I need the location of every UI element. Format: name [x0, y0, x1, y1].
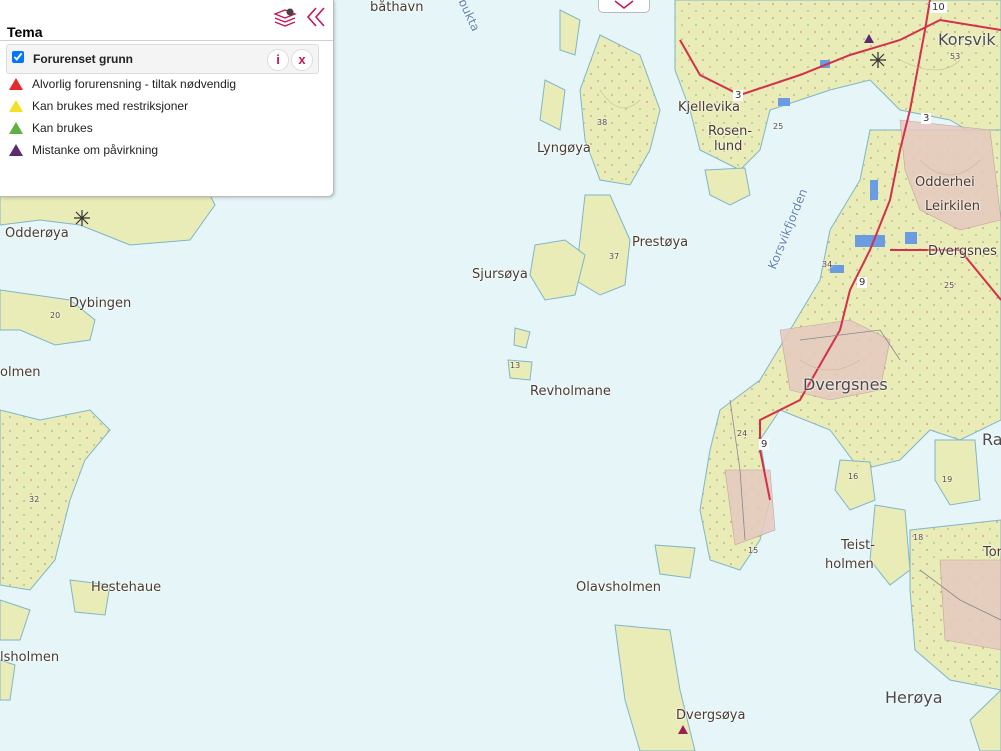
legend-label: Kan brukes med restriksjoner [32, 99, 189, 113]
layer-remove-button[interactable]: x [291, 49, 313, 71]
place-label: Korsvik [938, 30, 996, 49]
layers-button[interactable] [273, 6, 297, 28]
place-label: Dybingen [69, 296, 132, 311]
place-label: Leirkilen [925, 199, 980, 214]
place-label: Sjursøya [472, 267, 528, 282]
place-label: Dvergsnes [928, 244, 997, 259]
height-label: 32 [29, 495, 40, 504]
chevron-down-icon [614, 0, 634, 9]
layer-name: Forurenset grunn [33, 52, 134, 66]
place-label: Odderhei [915, 175, 975, 190]
double-chevron-left-icon [306, 7, 325, 27]
height-label: 53 [950, 52, 961, 61]
collapse-panel-button[interactable] [305, 6, 327, 28]
height-label: 20 [50, 311, 61, 320]
place-label: Ra [982, 430, 1001, 449]
height-label: 38 [597, 118, 608, 127]
place-label: lsholmen [0, 650, 60, 665]
place-label: Kjellevika [678, 100, 740, 115]
place-label: Olavsholmen [576, 580, 661, 595]
height-label: 19 [942, 475, 953, 484]
place-label: Lyngøya [537, 141, 591, 156]
triangle-red-icon [9, 78, 23, 90]
height-label: 13 [510, 361, 521, 370]
road-number: 3 [733, 90, 744, 101]
layer-visibility-checkbox[interactable] [12, 51, 24, 63]
place-label: Herøya [885, 688, 943, 707]
height-label: 16 [848, 472, 859, 481]
height-label: 24 [737, 429, 748, 438]
place-label: Tor [983, 545, 1001, 560]
layer-row-forurenset-grunn: Forurenset grunn i x [6, 44, 319, 74]
place-label: olmen [0, 365, 41, 380]
height-label: 37 [609, 252, 620, 261]
place-label: lund [714, 139, 743, 154]
road-number: 9 [857, 277, 868, 288]
triangle-purple-icon [9, 144, 23, 156]
layers-icon [273, 8, 297, 27]
divider [0, 40, 333, 41]
legend-label: Alvorlig forurensning - tiltak nødvendig [32, 77, 237, 91]
theme-panel: Tema Forurenset grunn i x Alvorlig forur… [0, 0, 334, 197]
legend-label: Mistanke om påvirkning [32, 143, 159, 157]
expand-toolbar-button[interactable] [598, 0, 650, 13]
place-label: Odderøya [5, 226, 69, 241]
place-label: Revholmane [530, 384, 611, 399]
place-label: holmen [825, 557, 874, 572]
place-label: Prestøya [632, 235, 689, 250]
road-number: 10 [930, 2, 947, 13]
triangle-green-icon [9, 122, 23, 134]
road-number: 3 [921, 113, 932, 124]
place-label: Teist- [841, 538, 875, 553]
triangle-yellow-icon [9, 100, 23, 112]
place-label: Dvergsøya [676, 708, 746, 723]
panel-title: Tema [7, 24, 43, 40]
height-label: 25 [773, 122, 784, 131]
height-label: 34 [822, 260, 833, 269]
place-label: båthavn [370, 0, 424, 15]
place-label: Dvergsnes [803, 375, 888, 394]
legend-label: Kan brukes [32, 121, 93, 135]
height-label: 25 [944, 281, 955, 290]
road-number: 9 [759, 439, 770, 450]
place-label: Rosen- [708, 124, 753, 139]
height-label: 18 [913, 533, 924, 542]
layer-info-button[interactable]: i [267, 49, 289, 71]
place-label: Hestehaue [91, 580, 162, 595]
height-label: 15 [748, 546, 759, 555]
